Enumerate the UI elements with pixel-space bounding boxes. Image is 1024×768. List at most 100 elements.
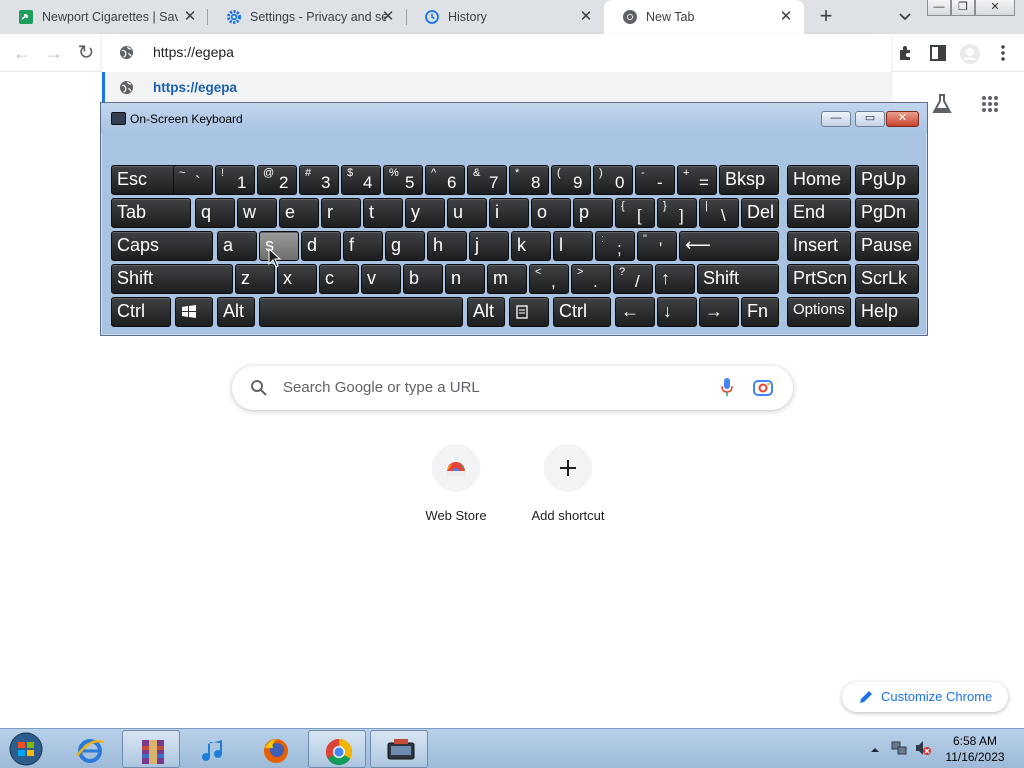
key-tab[interactable]: Tab <box>111 198 191 228</box>
winrar-icon[interactable] <box>122 730 180 768</box>
ntp-search-box[interactable]: Search Google or type a URL <box>232 366 793 410</box>
key-b[interactable]: b <box>403 264 443 294</box>
back-button[interactable]: ← <box>11 42 33 64</box>
key-k[interactable]: k <box>511 231 551 261</box>
key-i[interactable]: i <box>489 198 529 228</box>
network-icon[interactable] <box>890 739 908 762</box>
key-5[interactable]: % 5 <box>383 165 423 195</box>
minimize-button[interactable]: — <box>927 0 951 16</box>
google-lens-icon[interactable] <box>753 378 773 401</box>
key-1[interactable]: ! 1 <box>215 165 255 195</box>
key-`[interactable]: ~ ` <box>173 165 213 195</box>
key-c[interactable]: c <box>319 264 359 294</box>
key-8[interactable]: * 8 <box>509 165 549 195</box>
key-prtscn[interactable]: PrtScn <box>787 264 851 294</box>
menu-icon[interactable] <box>509 297 549 327</box>
key-l[interactable]: l <box>553 231 593 261</box>
side-panel-icon[interactable] <box>928 43 948 63</box>
key-help[interactable]: Help <box>855 297 919 327</box>
key-3[interactable]: #3 <box>299 165 339 195</box>
key-⟵[interactable]: ⟵ <box>679 231 779 261</box>
on-screen-keyboard-icon[interactable] <box>370 730 428 768</box>
key-2[interactable]: @2 <box>257 165 297 195</box>
show-hidden-icons-icon[interactable] <box>870 742 880 760</box>
key-↑[interactable]: ↑ <box>655 264 695 294</box>
address-bar[interactable]: https://egepa <box>102 34 891 72</box>
key-q[interactable]: q <box>195 198 235 228</box>
chevron-down-icon[interactable] <box>895 8 915 26</box>
key-insert[interactable]: Insert <box>787 231 851 261</box>
key-→[interactable]: → <box>699 297 739 327</box>
key-h[interactable]: h <box>427 231 467 261</box>
key-o[interactable]: o <box>531 198 571 228</box>
key-4[interactable]: $4 <box>341 165 381 195</box>
key--[interactable]: -- <box>635 165 675 195</box>
key-home[interactable]: Home <box>787 165 851 195</box>
google-apps-icon[interactable] <box>981 95 999 113</box>
key-m[interactable]: m <box>487 264 527 294</box>
key-/[interactable]: ? / <box>613 264 653 294</box>
key-;[interactable]: :; <box>595 231 635 261</box>
key-g[interactable]: g <box>385 231 425 261</box>
key-e[interactable]: e <box>279 198 319 228</box>
chrome-icon[interactable] <box>308 730 366 768</box>
reload-button[interactable]: ↻ <box>75 42 97 64</box>
key-6[interactable]: ^ 6 <box>425 165 465 195</box>
key-p[interactable]: p <box>573 198 613 228</box>
osk-title-bar[interactable]: On-Screen Keyboard — ▭ ✕ <box>101 103 927 133</box>
key-ctrl[interactable]: Ctrl <box>111 297 171 327</box>
osk-restore-button[interactable]: ▭ <box>855 111 885 127</box>
key-shift[interactable]: Shift <box>697 264 779 294</box>
start-orb[interactable] <box>6 731 46 767</box>
key-pause[interactable]: Pause <box>855 231 919 261</box>
tab-history[interactable]: History ✕ <box>406 0 604 34</box>
customize-chrome-button[interactable]: Customize Chrome <box>842 682 1008 712</box>
address-bar-text[interactable]: https://egepa <box>153 44 234 60</box>
key-ctrl[interactable]: Ctrl <box>553 297 611 327</box>
tab-new-tab[interactable]: New Tab ✕ <box>604 0 804 34</box>
volume-muted-icon[interactable] <box>914 739 932 762</box>
voice-search-icon[interactable] <box>720 377 734 402</box>
profile-avatar-icon[interactable] <box>959 43 980 64</box>
key-w[interactable]: w <box>237 198 277 228</box>
key-del[interactable]: Del <box>741 198 779 228</box>
key-end[interactable]: End <box>787 198 851 228</box>
key-7[interactable]: & 7 <box>467 165 507 195</box>
key-n[interactable]: n <box>445 264 485 294</box>
osk-close-button[interactable]: ✕ <box>886 111 919 127</box>
key-v[interactable]: v <box>361 264 401 294</box>
key-y[interactable]: y <box>405 198 445 228</box>
key-\[interactable]: | \ <box>699 198 739 228</box>
key-d[interactable]: d <box>301 231 341 261</box>
key-x[interactable]: x <box>277 264 317 294</box>
key-,[interactable]: <, <box>529 264 569 294</box>
key-r[interactable]: r <box>321 198 361 228</box>
new-tab-button[interactable]: + <box>815 5 837 28</box>
firefox-icon[interactable] <box>246 730 304 768</box>
forward-button[interactable]: → <box>43 42 65 64</box>
key-bksp[interactable]: Bksp <box>719 165 779 195</box>
key-=[interactable]: + = <box>677 165 717 195</box>
key-u[interactable]: u <box>447 198 487 228</box>
extensions-icon[interactable] <box>896 43 916 63</box>
key-caps[interactable]: Caps <box>111 231 213 261</box>
tab-settings[interactable]: Settings - Privacy and sec ✕ <box>208 0 406 34</box>
internet-explorer-icon[interactable] <box>60 730 118 768</box>
key-esc[interactable]: Esc <box>111 165 179 195</box>
key-fn[interactable]: Fn <box>741 297 779 327</box>
more-menu-icon[interactable] <box>993 43 1013 63</box>
itunes-icon[interactable] <box>184 730 242 768</box>
key-'[interactable]: " ' <box>637 231 677 261</box>
labs-flask-icon[interactable] <box>932 93 952 115</box>
windows-logo-icon[interactable] <box>175 297 213 327</box>
key-scrlk[interactable]: ScrLk <box>855 264 919 294</box>
key-↓[interactable]: ↓ <box>657 297 697 327</box>
key-options[interactable]: Options <box>787 297 851 327</box>
close-window-button[interactable]: ✕ <box>975 0 1015 16</box>
restore-button[interactable]: ❐ <box>951 0 975 16</box>
close-icon[interactable]: ✕ <box>182 9 198 25</box>
key-t[interactable]: t <box>363 198 403 228</box>
close-icon[interactable]: ✕ <box>380 9 396 25</box>
close-icon[interactable]: ✕ <box>578 9 594 25</box>
osk-minimize-button[interactable]: — <box>821 111 851 127</box>
